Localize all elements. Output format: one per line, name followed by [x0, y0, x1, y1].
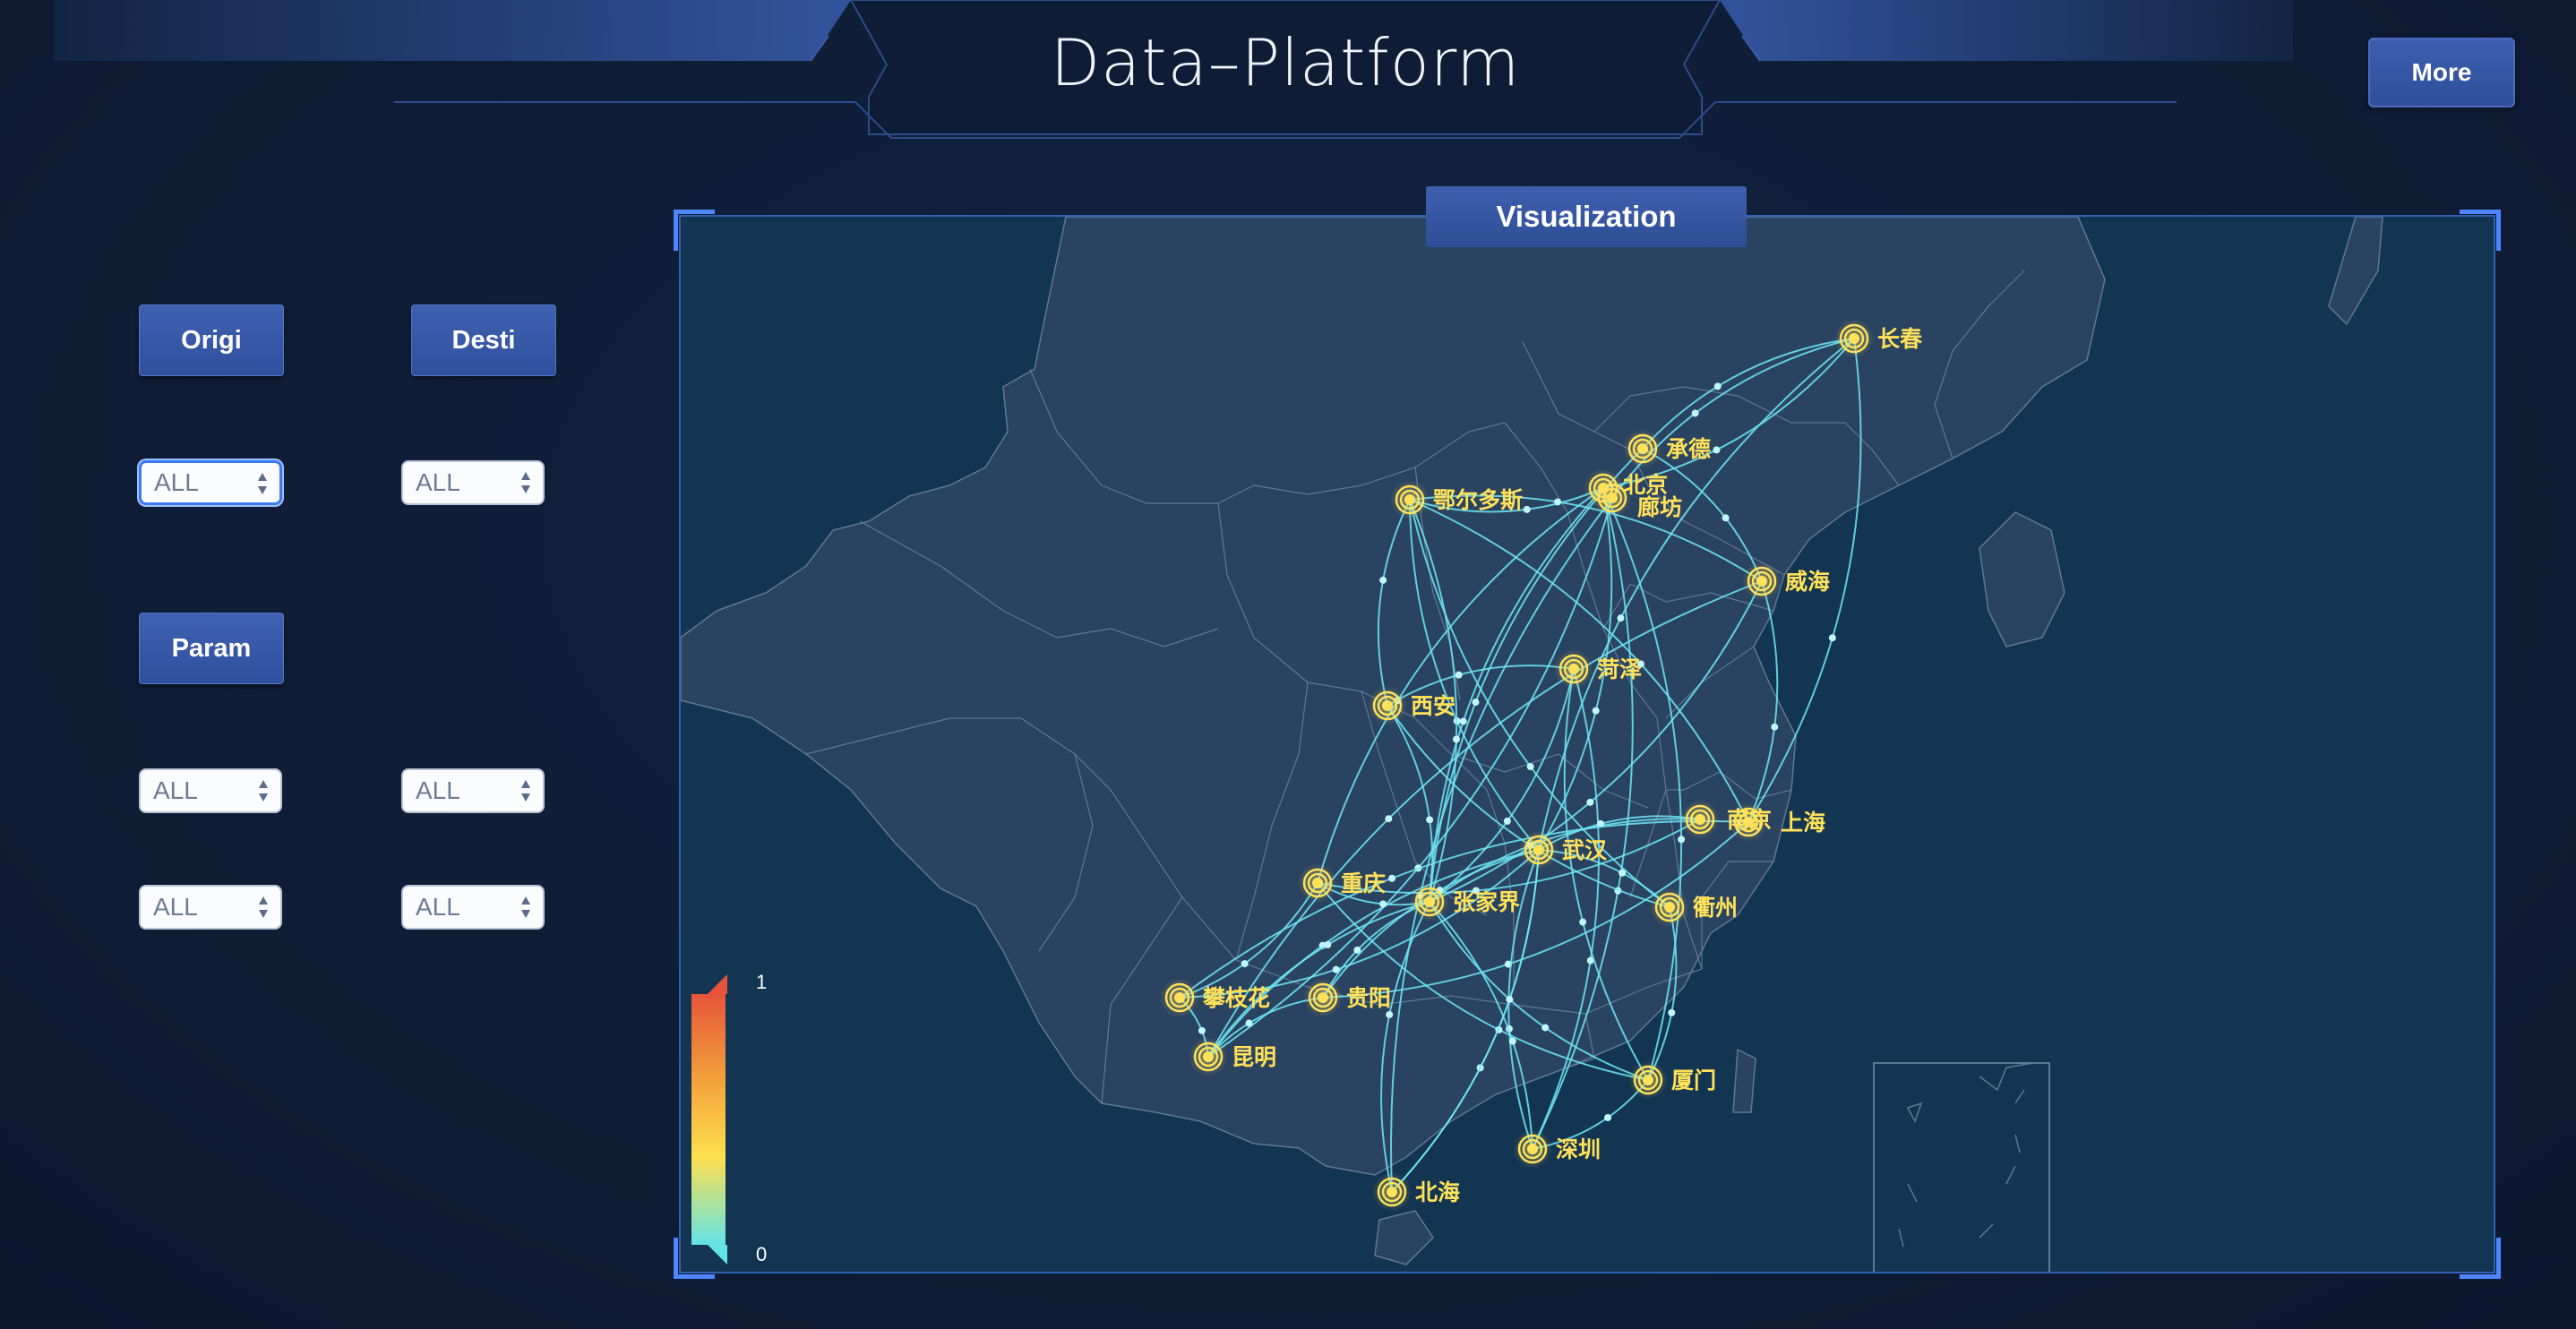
flow-arrow-marker [1503, 817, 1511, 825]
flow-arrow-marker [1668, 1008, 1676, 1016]
city-label: 廊坊 [1637, 494, 1682, 520]
select-arrows-icon [521, 472, 530, 493]
city-label: 鄂尔多斯 [1433, 487, 1523, 513]
visualization-tab[interactable]: Visualization [1426, 186, 1747, 247]
city-label: 攀枝花 [1202, 985, 1270, 1011]
page-title: Data–Platform [1050, 25, 1521, 100]
param-button[interactable]: Param [139, 613, 284, 684]
flow-arrow-marker [1245, 1019, 1253, 1027]
flow-arrow-marker [1379, 900, 1387, 908]
panel-corner-decoration [674, 210, 715, 251]
flow-arrow-marker [1604, 1113, 1612, 1121]
flow-arrow-marker [1586, 798, 1594, 806]
origin-select[interactable]: ALL [139, 460, 282, 505]
select-arrows-icon [259, 896, 268, 918]
flow-arrow-marker [1722, 514, 1730, 522]
flow-arrow-marker [1691, 409, 1699, 417]
flow-arrow-marker [1617, 614, 1625, 622]
city-label: 厦门 [1671, 1067, 1716, 1093]
origin-select-value: ALL [154, 468, 199, 496]
flow-arrow-marker [1385, 815, 1393, 823]
city-label: 张家界 [1453, 889, 1520, 915]
city-label: 衢州 [1693, 895, 1738, 921]
city-label: 北海 [1415, 1179, 1460, 1205]
flow-arrow-marker [1713, 382, 1722, 390]
flow-arrow-marker [1619, 869, 1627, 877]
flow-arrow-marker [1379, 576, 1387, 584]
flow-arrow-marker [1554, 498, 1562, 506]
legend-color-bar [691, 994, 726, 1245]
city-label: 长春 [1877, 326, 1922, 352]
city-label: 武汉 [1562, 837, 1608, 863]
param-select-value: ALL [153, 776, 198, 804]
land-area [2328, 217, 2383, 326]
param-select-1[interactable]: ALL [139, 768, 282, 813]
select-arrows-icon [259, 780, 268, 802]
flow-arrow-marker [1523, 505, 1531, 513]
legend-min-label: 0 [756, 1243, 767, 1265]
panel-corner-decoration [674, 1238, 715, 1279]
flow-arrow-marker [1388, 874, 1396, 882]
destination-select[interactable]: ALL [401, 460, 545, 505]
land-area [1732, 1048, 1756, 1113]
more-button[interactable]: More [2368, 38, 2515, 107]
select-arrows-icon [521, 896, 530, 918]
origin-button[interactable]: Origi [139, 304, 284, 376]
legend-max-handle-icon[interactable] [708, 974, 727, 994]
param-select-value: ALL [416, 893, 460, 921]
panel-corner-decoration [2460, 1238, 2501, 1279]
flow-arrow-marker [1828, 634, 1836, 642]
land-area [1979, 511, 2065, 647]
city-label: 昆明 [1232, 1044, 1276, 1070]
flow-arrow-marker [1324, 940, 1332, 948]
param-select-value: ALL [153, 893, 198, 921]
flow-arrow-marker [1455, 671, 1463, 679]
flow-arrow-marker [1541, 1024, 1550, 1032]
flow-arrow-marker [1592, 707, 1600, 715]
param-select-2[interactable]: ALL [401, 768, 545, 813]
flow-arrow-marker [1506, 995, 1514, 1003]
flow-arrow-marker [1386, 1010, 1394, 1018]
city-label: 菏泽 [1597, 656, 1642, 682]
flow-arrow-marker [1459, 717, 1467, 725]
flow-arrow-marker [1508, 1037, 1516, 1045]
flow-arrow-marker [1526, 763, 1534, 771]
color-legend[interactable]: 1 0 [691, 971, 767, 1265]
flow-arrow-marker [1579, 918, 1587, 926]
param-select-value: ALL [416, 776, 460, 804]
city-marker[interactable]: 北海 [1372, 1172, 1460, 1212]
city-label: 威海 [1785, 569, 1830, 595]
legend-max-label: 1 [756, 971, 767, 993]
flow-arrow-marker [1713, 446, 1721, 454]
city-label: 贵阳 [1346, 985, 1391, 1011]
flow-arrow-marker [1472, 699, 1480, 707]
map-panel[interactable]: 长春承德北京廊坊鄂尔多斯威海菏泽西安南京上海武汉重庆张家界衢州攀枝花贵阳昆明厦门… [679, 215, 2495, 1273]
destination-select-value: ALL [416, 468, 460, 496]
city-label: 重庆 [1341, 870, 1386, 896]
flow-arrow-marker [1678, 836, 1686, 844]
flow-arrow-marker [1771, 723, 1779, 731]
panel-corner-decoration [2460, 210, 2501, 251]
city-label: 深圳 [1556, 1136, 1601, 1162]
flow-arrow-marker [1452, 735, 1460, 743]
flow-arrow-marker [1426, 816, 1434, 824]
land-area [1374, 1210, 1434, 1265]
south-china-sea-inset [1873, 1062, 2050, 1272]
city-marker[interactable]: 厦门 [1628, 1060, 1716, 1100]
city-label: 上海 [1781, 810, 1825, 836]
destination-button[interactable]: Desti [411, 304, 556, 376]
param-select-3[interactable]: ALL [139, 885, 282, 930]
city-label: 承德 [1666, 436, 1711, 462]
param-select-4[interactable]: ALL [401, 885, 545, 930]
flow-arrow-marker [1241, 960, 1249, 968]
select-arrows-icon [521, 780, 530, 802]
flow-arrow-marker [1198, 1026, 1206, 1034]
flow-map[interactable]: 长春承德北京廊坊鄂尔多斯威海菏泽西安南京上海武汉重庆张家界衢州攀枝花贵阳昆明厦门… [681, 217, 2495, 1273]
select-arrows-icon [258, 473, 267, 494]
city-label: 西安 [1411, 693, 1455, 719]
header: Data–Platform More [0, 0, 2576, 152]
city-marker[interactable]: 深圳 [1513, 1129, 1601, 1169]
